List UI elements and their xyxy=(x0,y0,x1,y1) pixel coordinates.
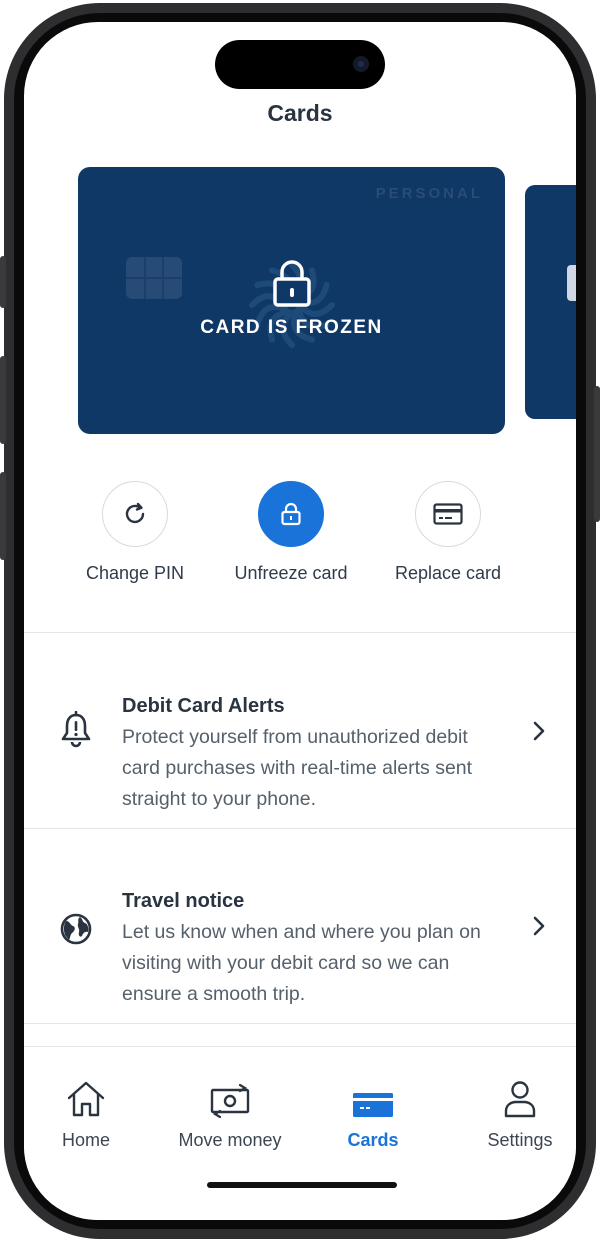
lock-icon xyxy=(273,260,311,307)
unfreeze-card-label: Unfreeze card xyxy=(234,563,348,583)
dynamic-island xyxy=(215,40,385,89)
change-pin-circle[interactable] xyxy=(102,481,168,547)
volume-up-hardware xyxy=(0,356,6,444)
debit-card-frozen[interactable]: PERSONAL CARD IS FROZEN xyxy=(78,167,505,434)
divider xyxy=(24,1023,576,1024)
chevron-right-icon xyxy=(533,721,545,741)
replace-card-circle[interactable] xyxy=(415,481,481,547)
globe-icon xyxy=(60,913,92,945)
tab-cards-label: Cards xyxy=(347,1130,399,1150)
list-item-debit-card-alerts[interactable]: Debit Card Alerts Protect yourself from … xyxy=(24,633,576,829)
lock-icon xyxy=(281,502,301,526)
tab-bar-divider xyxy=(24,1046,576,1047)
tab-home[interactable]: Home xyxy=(24,1076,155,1151)
debit-card-alerts-description: Protect yourself from unauthorized debit… xyxy=(122,726,473,810)
chevron-right-icon xyxy=(533,916,545,936)
home-icon xyxy=(67,1081,105,1117)
replace-card-label: Replace card xyxy=(394,563,502,583)
unfreeze-card-circle[interactable] xyxy=(258,481,324,547)
screen: Cards PERSONAL CARD IS FROZEN Change PIN… xyxy=(24,22,576,1220)
list-item-travel-notice[interactable]: Travel notice Let us know when and where… xyxy=(24,829,576,1025)
replace-card-button[interactable]: Replace card xyxy=(373,481,523,584)
card-icon xyxy=(353,1093,393,1117)
refresh-icon xyxy=(125,502,145,524)
credit-card-icon xyxy=(433,503,463,525)
next-card-peek[interactable] xyxy=(525,185,576,419)
page-title: Cards xyxy=(267,100,333,126)
tab-move-money-label: Move money xyxy=(178,1130,282,1150)
home-indicator[interactable] xyxy=(207,1182,397,1188)
card-chip xyxy=(567,265,576,301)
travel-notice-description: Let us know when and where you plan on v… xyxy=(122,921,481,1005)
travel-notice-title: Travel notice xyxy=(122,890,245,912)
volume-down-hardware xyxy=(0,472,6,560)
card-chip xyxy=(126,257,182,299)
money-transfer-icon xyxy=(210,1084,250,1118)
card-status-text: CARD IS FROZEN xyxy=(200,317,383,338)
tab-cards[interactable]: Cards xyxy=(304,1076,442,1151)
card-type-label: PERSONAL xyxy=(375,185,483,202)
tab-move-money[interactable]: Move money xyxy=(161,1076,299,1151)
person-icon xyxy=(504,1081,536,1118)
change-pin-label: Change PIN xyxy=(85,563,185,583)
change-pin-button[interactable]: Change PIN xyxy=(60,481,210,584)
tab-settings-label: Settings xyxy=(487,1130,553,1150)
power-button-hardware xyxy=(594,386,600,522)
unfreeze-card-button[interactable]: Unfreeze card xyxy=(216,481,366,584)
bell-alert-icon xyxy=(61,711,91,748)
bottom-tab-bar: Home Move money Cards Settings xyxy=(24,1046,576,1220)
tab-home-label: Home xyxy=(61,1130,110,1150)
debit-card-alerts-title: Debit Card Alerts xyxy=(122,695,285,717)
front-camera xyxy=(353,56,369,72)
action-button-hardware xyxy=(0,256,6,308)
tab-settings[interactable]: Settings xyxy=(451,1076,576,1151)
